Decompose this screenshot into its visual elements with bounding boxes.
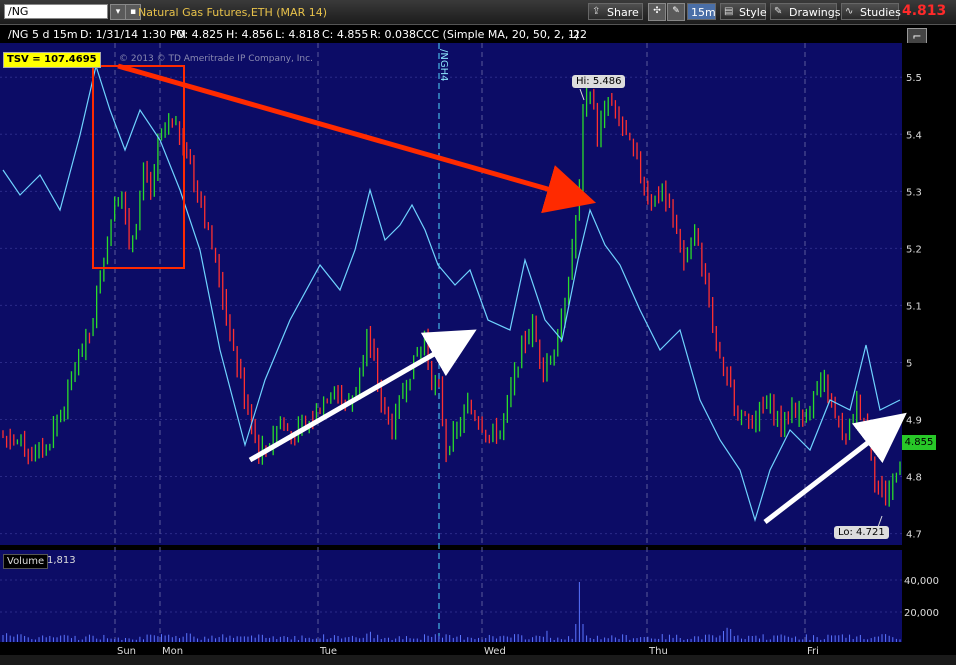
status-bar (0, 655, 956, 665)
info-close: C: 4.855 (322, 28, 369, 41)
info-high: H: 4.856 (226, 28, 273, 41)
crosshair-icon[interactable]: ✣ (648, 3, 666, 21)
info-open: O: 4.825 (176, 28, 224, 41)
y-tick-label: 5.5 (906, 73, 922, 84)
toolbar: /NG ▾ ▪ Natural Gas Futures,ETH (MAR 14)… (0, 0, 956, 25)
tsv-value: = 107.4695 (32, 54, 97, 65)
timeframe-label: 15m (691, 6, 716, 19)
dropdown-icon[interactable]: ▾ (110, 4, 126, 20)
volume-value: 1,813 (47, 555, 76, 566)
wrench-icon[interactable]: ✎ (667, 3, 685, 21)
x-tick-label: Mon (162, 646, 183, 655)
info-study-value: -22 (569, 28, 587, 41)
y-tick-label: 5 (906, 358, 912, 369)
price-chart[interactable]: /NGH4 5.5 5.4 5.3 5.2 5.1 5 4.9 4.8 4.7 40,000 20… (0, 43, 956, 655)
last-price: 4.813 (902, 3, 947, 19)
drawings-button[interactable]: ✎ Drawings (770, 3, 841, 20)
y-tick-label: 4.9 (906, 416, 922, 427)
low-label: Lo: 4.721 (834, 526, 889, 539)
copyright: © 2013 © TD Ameritrade IP Company, Inc. (119, 54, 313, 64)
style-label: Style (739, 6, 767, 19)
share-icon: ⇪ (592, 6, 601, 17)
volume-tick-label: 20,000 (904, 608, 939, 619)
x-axis-ticks: Sun Mon Tue Wed Thu Fri (117, 646, 819, 655)
share-button[interactable]: ⇪ Share (588, 3, 643, 20)
info-low: L: 4.818 (275, 28, 320, 41)
high-label: Hi: 5.486 (572, 75, 626, 88)
info-range: R: 0.038 (370, 28, 416, 41)
x-tick-label: Sun (117, 646, 136, 655)
x-tick-label: Wed (484, 646, 506, 655)
studies-label: Studies (860, 6, 901, 19)
timeframe-button[interactable]: 15m (687, 3, 716, 20)
x-tick-label: Thu (648, 646, 668, 655)
drawings-icon: ✎ (774, 6, 783, 17)
drawings-label: Drawings (789, 6, 841, 19)
y-tick-label: 5.4 (906, 130, 922, 141)
chart-title: /NG 5 d 15m (8, 28, 78, 41)
y-tick-label: 4.7 (906, 530, 922, 541)
share-label: Share (607, 6, 639, 19)
price-pane (0, 43, 902, 545)
studies-icon: ∿ (845, 6, 854, 17)
x-tick-label: Fri (807, 646, 819, 655)
current-price-tag: 4.855 (902, 435, 936, 450)
volume-pane (0, 550, 902, 642)
y-tick-label: 5.3 (906, 187, 922, 198)
info-date: D: 1/31/14 1:30 PM (80, 28, 186, 41)
instrument-description: Natural Gas Futures,ETH (MAR 14) (138, 6, 327, 19)
tsv-badge: TSV = 107.4695 (3, 52, 101, 68)
studies-button[interactable]: ∿ Studies (841, 3, 901, 20)
x-tick-label: Tue (319, 646, 337, 655)
y-tick-label: 5.1 (906, 301, 922, 312)
volume-tick-label: 40,000 (904, 576, 939, 587)
info-bar: /NG 5 d 15m D: 1/31/14 1:30 PM O: 4.825 … (0, 25, 902, 43)
volume-label: Volume (3, 554, 49, 569)
style-icon: ▤ (724, 6, 734, 17)
y-tick-label: 4.8 (906, 473, 922, 484)
symbol-input[interactable]: /NG (4, 4, 108, 19)
y-tick-label: 5.2 (906, 244, 922, 255)
style-button[interactable]: ▤ Style (720, 3, 767, 20)
info-study: CCC (Simple MA, 20, 50, 2, 1) (416, 28, 580, 41)
tsv-label: TSV (7, 54, 29, 65)
contract-roll-label: /NGH4 (438, 49, 449, 81)
